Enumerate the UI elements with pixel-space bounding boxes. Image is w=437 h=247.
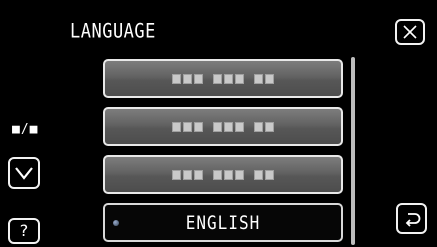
page-title: LANGUAGE <box>70 20 156 43</box>
language-menu-screen: LANGUAGE ■/■ ? ENGLISH <box>0 0 437 247</box>
help-label: ? <box>19 221 29 240</box>
back-button[interactable] <box>396 203 427 234</box>
language-option-1[interactable] <box>103 59 343 98</box>
selected-indicator-icon <box>113 219 119 226</box>
language-option-3[interactable] <box>103 155 343 194</box>
return-arrow-icon <box>405 212 420 227</box>
language-option-english[interactable]: ENGLISH <box>103 203 343 242</box>
close-icon <box>403 25 417 39</box>
obscured-text <box>172 121 274 132</box>
language-option-label: ENGLISH <box>185 211 261 234</box>
page-indicator: ■/■ <box>12 122 39 137</box>
help-button[interactable]: ? <box>8 218 40 244</box>
scrollbar[interactable] <box>351 57 355 245</box>
close-button[interactable] <box>395 19 425 45</box>
obscured-text <box>172 73 274 84</box>
language-option-2[interactable] <box>103 107 343 146</box>
obscured-text <box>172 169 274 180</box>
chevron-down-icon <box>15 167 33 180</box>
scroll-down-button[interactable] <box>8 157 40 189</box>
